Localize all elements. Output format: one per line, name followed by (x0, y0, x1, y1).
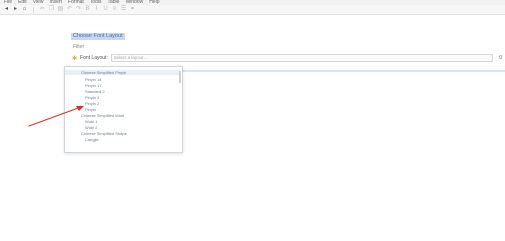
selected-row-highlight (170, 70, 505, 72)
bold-icon[interactable]: B (85, 6, 90, 12)
toolbar: ◂ ▸ ⌂ ✂ ❐ ▤ ↶ ↷ B I U ≡ ☰ ⚭ (0, 5, 505, 15)
section-title: Choose Font Layout (71, 33, 125, 40)
dropdown-option[interactable]: Cangjie (65, 137, 180, 142)
forward-icon[interactable]: ▸ (13, 6, 18, 12)
dropdown-option-group[interactable]: Chinese Simplified Shape (65, 131, 180, 136)
align-icon[interactable]: ≡ (112, 6, 117, 12)
paste-icon[interactable]: ▤ (58, 6, 64, 12)
toolbar-divider (33, 6, 34, 13)
list-icon[interactable]: ☰ (121, 6, 126, 12)
cut-icon[interactable]: ✂ (40, 6, 45, 12)
back-icon[interactable]: ◂ (4, 6, 9, 12)
dropdown-option[interactable]: Pinyin 3 (65, 95, 180, 100)
dropdown-option[interactable]: Standard 2 (65, 89, 180, 94)
dropdown-option[interactable]: Pinyin 14 (65, 77, 180, 82)
required-star-icon: ✱ (72, 55, 78, 62)
dropdown-option-group[interactable]: Chinese Simplified Pinyin (65, 70, 180, 75)
redo-icon[interactable]: ↷ (76, 6, 81, 12)
underline-icon[interactable]: U (103, 6, 108, 12)
dropdown-option[interactable]: Pinyin 17 (65, 83, 180, 88)
filter-row: ✱ Font Layout: Select a layout... 0 (72, 53, 502, 63)
row-end-value: 0 (499, 55, 502, 61)
link-icon[interactable]: ⚭ (130, 6, 135, 12)
app-window: File Edit View Insert Format Tools Table… (0, 0, 505, 241)
filter-label: Filter (73, 44, 85, 50)
dropdown-scrollbar[interactable] (179, 71, 181, 83)
copy-icon[interactable]: ❐ (49, 6, 54, 12)
field-label: Font Layout: (80, 55, 108, 61)
layout-select-input[interactable]: Select a layout... (110, 54, 493, 62)
undo-icon[interactable]: ↶ (67, 6, 72, 12)
italic-icon[interactable]: I (94, 6, 99, 12)
red-arrow-annotation (28, 106, 84, 127)
home-icon[interactable]: ⌂ (22, 6, 27, 12)
